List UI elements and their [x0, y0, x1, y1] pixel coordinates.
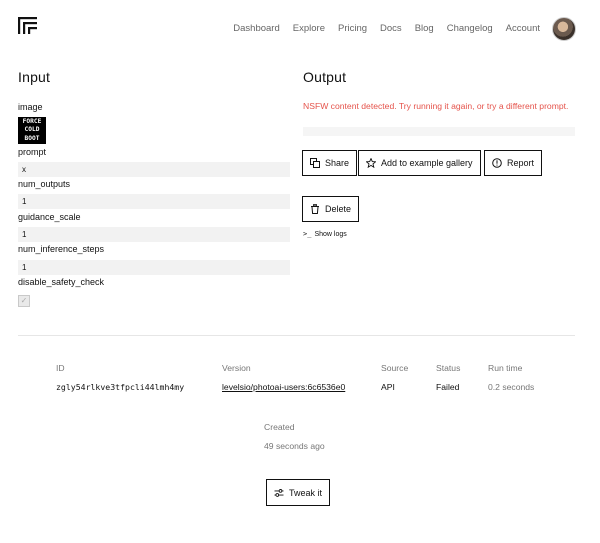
- input-title: Input: [18, 69, 51, 85]
- prompt-field[interactable]: x: [18, 162, 290, 177]
- trash-icon: [311, 204, 319, 214]
- nav-explore[interactable]: Explore: [293, 23, 325, 34]
- add-to-gallery-button[interactable]: Add to example gallery: [358, 150, 481, 176]
- share-label: Share: [325, 158, 350, 168]
- thumbnail-line-2: COLD: [24, 126, 40, 134]
- version-link[interactable]: levelsio/photoai-users:6c6536e0: [222, 382, 345, 392]
- num-inference-steps-label: num_inference_steps: [18, 244, 105, 254]
- status-header: Status: [436, 363, 461, 373]
- output-placeholder-bar: [303, 127, 575, 136]
- report-button[interactable]: Report: [484, 150, 543, 176]
- logo-icon[interactable]: [18, 17, 37, 34]
- delete-button[interactable]: Delete: [302, 196, 360, 222]
- add-to-gallery-label: Add to example gallery: [381, 158, 473, 168]
- top-nav: Dashboard Explore Pricing Docs Blog Chan…: [233, 23, 540, 34]
- report-label: Report: [507, 158, 535, 168]
- disable-safety-check-label: disable_safety_check: [18, 277, 105, 287]
- input-image-thumbnail[interactable]: FORCE COLD BOOT: [18, 117, 46, 144]
- output-title: Output: [303, 69, 347, 85]
- guidance-scale-field[interactable]: 1: [18, 227, 290, 242]
- runtime-header: Run time: [488, 363, 523, 373]
- error-message: NSFW content detected. Try running it ag…: [303, 101, 569, 111]
- thumbnail-line-1: FORCE: [22, 118, 42, 125]
- avatar[interactable]: [552, 17, 576, 41]
- num-outputs-label: num_outputs: [18, 179, 71, 189]
- nav-dashboard[interactable]: Dashboard: [233, 23, 279, 34]
- disable-safety-check-checkbox[interactable]: ✓: [18, 295, 30, 307]
- image-label: image: [18, 102, 43, 112]
- nav-pricing[interactable]: Pricing: [338, 23, 367, 34]
- nav-account[interactable]: Account: [506, 23, 540, 34]
- terminal-icon: >_: [303, 230, 312, 238]
- source-header: Source: [381, 363, 409, 373]
- num-outputs-field[interactable]: 1: [18, 194, 290, 209]
- created-value: 49 seconds ago: [264, 441, 325, 451]
- runtime-value: 0.2 seconds: [488, 382, 535, 392]
- version-header: Version: [222, 363, 251, 373]
- show-logs-label: Show logs: [314, 230, 347, 238]
- sliders-icon: [274, 488, 284, 497]
- tweak-it-label: Tweak it: [289, 487, 323, 498]
- prediction-id: zgly54rlkve3tfpcli44lmh4my: [56, 382, 185, 392]
- thumbnail-line-3: BOOT: [24, 134, 40, 142]
- source-value: API: [381, 382, 395, 392]
- num-inference-steps-field[interactable]: 1: [18, 260, 290, 275]
- star-icon: [366, 158, 376, 168]
- status-value: Failed: [436, 382, 460, 392]
- alert-circle-icon: [492, 158, 502, 168]
- nav-blog[interactable]: Blog: [415, 23, 434, 34]
- created-header: Created: [264, 422, 295, 432]
- show-logs-toggle[interactable]: >_ Show logs: [303, 230, 347, 238]
- copy-icon: [310, 158, 320, 168]
- tweak-it-button[interactable]: Tweak it: [266, 479, 331, 506]
- delete-label: Delete: [325, 204, 352, 214]
- id-header: ID: [56, 363, 65, 373]
- nav-docs[interactable]: Docs: [380, 23, 402, 34]
- nav-changelog[interactable]: Changelog: [447, 23, 493, 34]
- share-button[interactable]: Share: [302, 150, 358, 176]
- guidance-scale-label: guidance_scale: [18, 212, 81, 222]
- prompt-label: prompt: [18, 147, 47, 157]
- section-divider: [18, 335, 575, 336]
